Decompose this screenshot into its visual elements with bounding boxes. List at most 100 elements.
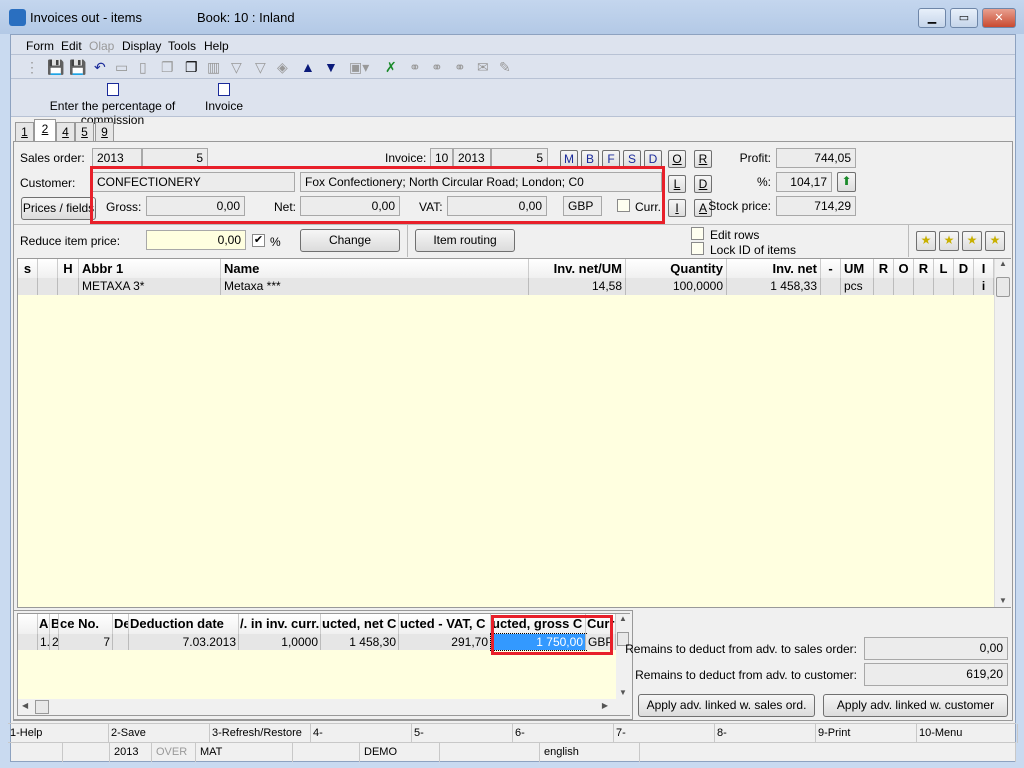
binoculars-icon[interactable]: ⚭ <box>409 59 421 76</box>
table-cell[interactable]: 100,0000 <box>626 278 727 295</box>
menu-tools[interactable]: Tools <box>168 39 196 53</box>
invoice-button[interactable]: Invoice <box>204 83 244 113</box>
table-cell[interactable]: 14,58 <box>529 278 626 295</box>
column-header[interactable]: /. in inv. curr. <box>239 614 321 634</box>
table-cell[interactable] <box>874 278 894 295</box>
function-key[interactable]: 10-Menu <box>917 724 1018 743</box>
save-as-icon[interactable]: 💾 <box>69 59 86 76</box>
mail-icon[interactable]: ✉ <box>477 59 489 76</box>
table-cell[interactable]: 1 458,30 <box>321 634 399 650</box>
column-header[interactable]: Name <box>221 259 529 278</box>
column-header[interactable]: Deduction date <box>129 614 239 634</box>
table-cell[interactable] <box>18 634 38 650</box>
items-vscrollbar[interactable]: ▲ ▼ <box>994 259 1011 607</box>
star-remove-icon[interactable]: ★ <box>962 231 982 251</box>
table-cell[interactable] <box>38 278 58 295</box>
column-header[interactable]: BY <box>50 614 59 634</box>
table-cell[interactable]: i <box>974 278 994 295</box>
tab-9[interactable]: 9 <box>95 122 114 142</box>
column-header[interactable]: R <box>874 259 894 278</box>
undo-icon[interactable]: ↶ <box>94 59 106 76</box>
o-button[interactable]: O <box>668 150 686 168</box>
table-cell[interactable]: pcs <box>841 278 874 295</box>
minimize-button[interactable]: ▁ <box>918 8 946 28</box>
change-button[interactable]: Change <box>300 229 400 252</box>
menu-form[interactable]: Form <box>26 39 54 53</box>
star-filter-icon[interactable]: ★ <box>985 231 1005 251</box>
column-header[interactable] <box>38 259 58 278</box>
star-add-icon[interactable]: ★ <box>939 231 959 251</box>
lock-id-checkbox[interactable] <box>691 242 704 255</box>
paste-icon[interactable]: ❐ <box>185 59 198 76</box>
column-header[interactable]: R <box>914 259 934 278</box>
copy-icon[interactable]: ❐ <box>161 59 174 76</box>
find-next-icon[interactable]: ⚭ <box>431 59 443 76</box>
column-header[interactable]: L <box>934 259 954 278</box>
edit-rows-checkbox[interactable] <box>691 227 704 240</box>
apply-sales-order-button[interactable]: Apply adv. linked w. sales ord. <box>638 694 815 717</box>
export-icon[interactable]: ▣▾ <box>349 59 369 76</box>
function-key[interactable]: 8- <box>715 724 816 743</box>
column-header[interactable]: De <box>113 614 129 634</box>
table-cell[interactable] <box>894 278 914 295</box>
save-icon[interactable]: 💾 <box>47 59 64 76</box>
table-cell[interactable]: 1 458,33 <box>727 278 821 295</box>
prices-fields-button[interactable]: Prices / fields <box>21 197 96 220</box>
open-icon[interactable]: ▭ <box>115 59 128 76</box>
function-key[interactable]: 7- <box>614 724 715 743</box>
advances-vscrollbar[interactable]: ▲ ▼ <box>616 614 630 699</box>
arrow-down-icon[interactable]: ▼ <box>324 59 338 75</box>
column-header[interactable]: Ac <box>38 614 50 634</box>
column-header[interactable]: O <box>894 259 914 278</box>
apply-customer-button[interactable]: Apply adv. linked w. customer <box>823 694 1008 717</box>
table-cell[interactable]: 1.. <box>38 634 50 650</box>
table-cell[interactable]: 1,0000 <box>239 634 321 650</box>
l-button[interactable]: L <box>668 175 686 193</box>
menu-olap[interactable]: Olap <box>89 39 114 53</box>
column-header[interactable]: D <box>954 259 974 278</box>
column-header[interactable]: - <box>821 259 841 278</box>
maximize-button[interactable]: ▭ <box>950 8 978 28</box>
tab-5[interactable]: 5 <box>75 122 94 142</box>
percent-checkbox[interactable]: ✔ <box>252 234 265 247</box>
filter-list-icon[interactable]: ▽ <box>255 59 266 76</box>
star-icon[interactable]: ★ <box>916 231 936 251</box>
filter-icon[interactable]: ▽ <box>231 59 242 76</box>
table-cell[interactable]: 7 <box>59 634 113 650</box>
table-cell[interactable] <box>18 278 38 295</box>
table-cell[interactable] <box>821 278 841 295</box>
reduce-price-input[interactable]: 0,00 <box>146 230 246 250</box>
column-header[interactable]: Inv. net <box>727 259 821 278</box>
table-cell[interactable]: 2.. <box>50 634 59 650</box>
function-key[interactable]: 4- <box>311 724 412 743</box>
table-cell[interactable] <box>914 278 934 295</box>
function-key[interactable]: 5- <box>412 724 513 743</box>
book-icon[interactable]: ▥ <box>207 59 220 76</box>
table-cell[interactable] <box>934 278 954 295</box>
function-key[interactable]: 6- <box>513 724 614 743</box>
close-button[interactable]: ✕ <box>982 8 1016 28</box>
column-header[interactable]: Quantity <box>626 259 727 278</box>
tab-1[interactable]: 1 <box>15 122 34 142</box>
function-key[interactable]: 2-Save <box>109 724 210 743</box>
function-key[interactable]: 9-Print <box>816 724 917 743</box>
upload-arrow-icon[interactable]: ⬆ <box>837 172 856 192</box>
column-header[interactable]: ce No. <box>59 614 113 634</box>
function-key[interactable]: 1-Help <box>8 724 109 743</box>
advances-hscrollbar[interactable]: ◀ ▶ <box>18 699 630 715</box>
table-cell[interactable]: 291,70 <box>399 634 491 650</box>
tab-2[interactable]: 2 <box>34 119 56 142</box>
column-header[interactable]: ucted - VAT, C <box>399 614 491 634</box>
new-icon[interactable]: ▯ <box>139 59 147 76</box>
table-cell[interactable] <box>113 634 129 650</box>
excel-icon[interactable]: ✗ <box>385 59 397 76</box>
table-cell[interactable] <box>954 278 974 295</box>
edit-icon[interactable]: ✎ <box>499 59 511 76</box>
column-header[interactable]: Abbr 1 <box>79 259 221 278</box>
menu-display[interactable]: Display <box>122 39 161 53</box>
table-cell[interactable] <box>58 278 79 295</box>
tab-4[interactable]: 4 <box>56 122 75 142</box>
menu-help[interactable]: Help <box>204 39 229 53</box>
find-prev-icon[interactable]: ⚭ <box>454 59 466 76</box>
column-header[interactable]: Inv. net/UM <box>529 259 626 278</box>
